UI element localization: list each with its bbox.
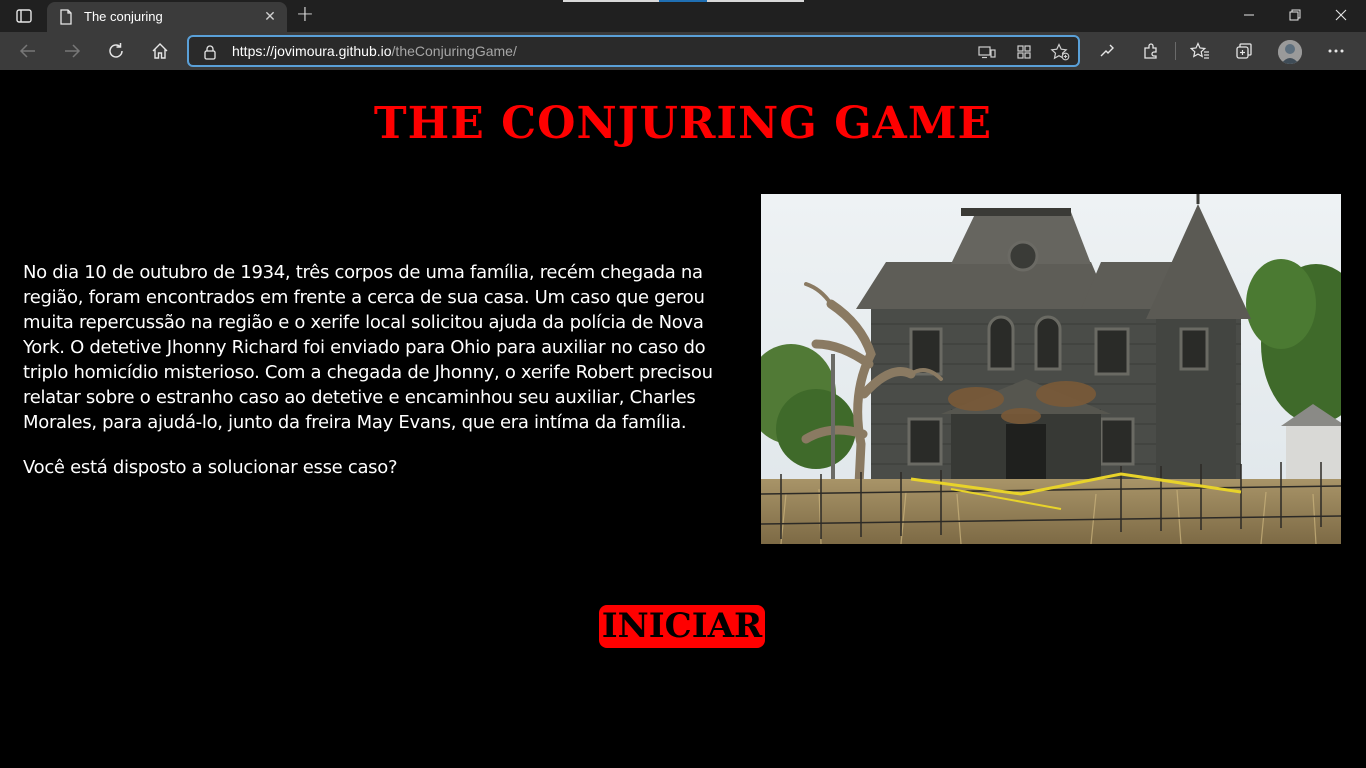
toolbar-separator [1175,42,1176,60]
close-tab-icon[interactable]: ✕ [261,8,279,26]
drag-indicator [563,0,804,2]
restore-icon[interactable] [1272,0,1318,30]
story-text: No dia 10 de outubro de 1934, três corpo… [23,260,723,500]
browser-titlebar: The conjuring ✕ + [0,0,1366,32]
favorites-icon[interactable] [1189,40,1211,62]
start-button[interactable]: INICIAR [599,605,765,648]
lock-icon[interactable] [203,44,217,60]
back-icon[interactable] [13,36,43,66]
refresh-icon[interactable] [101,36,131,66]
tab-title: The conjuring [84,9,163,24]
add-favorite-icon[interactable] [1050,43,1070,61]
extensions-icon[interactable] [1140,40,1162,62]
page-title: THE CONJURING GAME [373,98,993,149]
home-icon[interactable] [145,36,175,66]
page-icon [59,9,73,25]
more-options-icon[interactable] [1325,40,1347,62]
close-window-icon[interactable] [1318,0,1364,30]
read-aloud-icon[interactable] [977,43,997,61]
collections-icon[interactable] [1233,40,1255,62]
tab-actions-icon[interactable] [10,6,38,26]
address-bar[interactable]: https://jovimoura.github.io/theConjuring… [187,35,1080,67]
forward-icon[interactable] [57,36,87,66]
new-tab-icon[interactable]: + [293,4,317,28]
browser-tab[interactable]: The conjuring ✕ [47,2,287,32]
browser-toolbar: https://jovimoura.github.io/theConjuring… [0,32,1366,70]
page-content: THE CONJURING GAME No dia 10 de outubro … [0,70,1366,768]
story-question: Você está disposto a solucionar esse cas… [23,457,398,478]
browser-essentials-icon[interactable] [1096,40,1118,62]
profile-avatar[interactable] [1278,40,1302,64]
haunted-house-image [761,194,1341,544]
minimize-icon[interactable] [1226,0,1272,30]
story-paragraph: No dia 10 de outubro de 1934, três corpo… [23,262,713,433]
apps-icon[interactable] [1014,43,1034,61]
url-text: https://jovimoura.github.io/theConjuring… [232,43,517,59]
